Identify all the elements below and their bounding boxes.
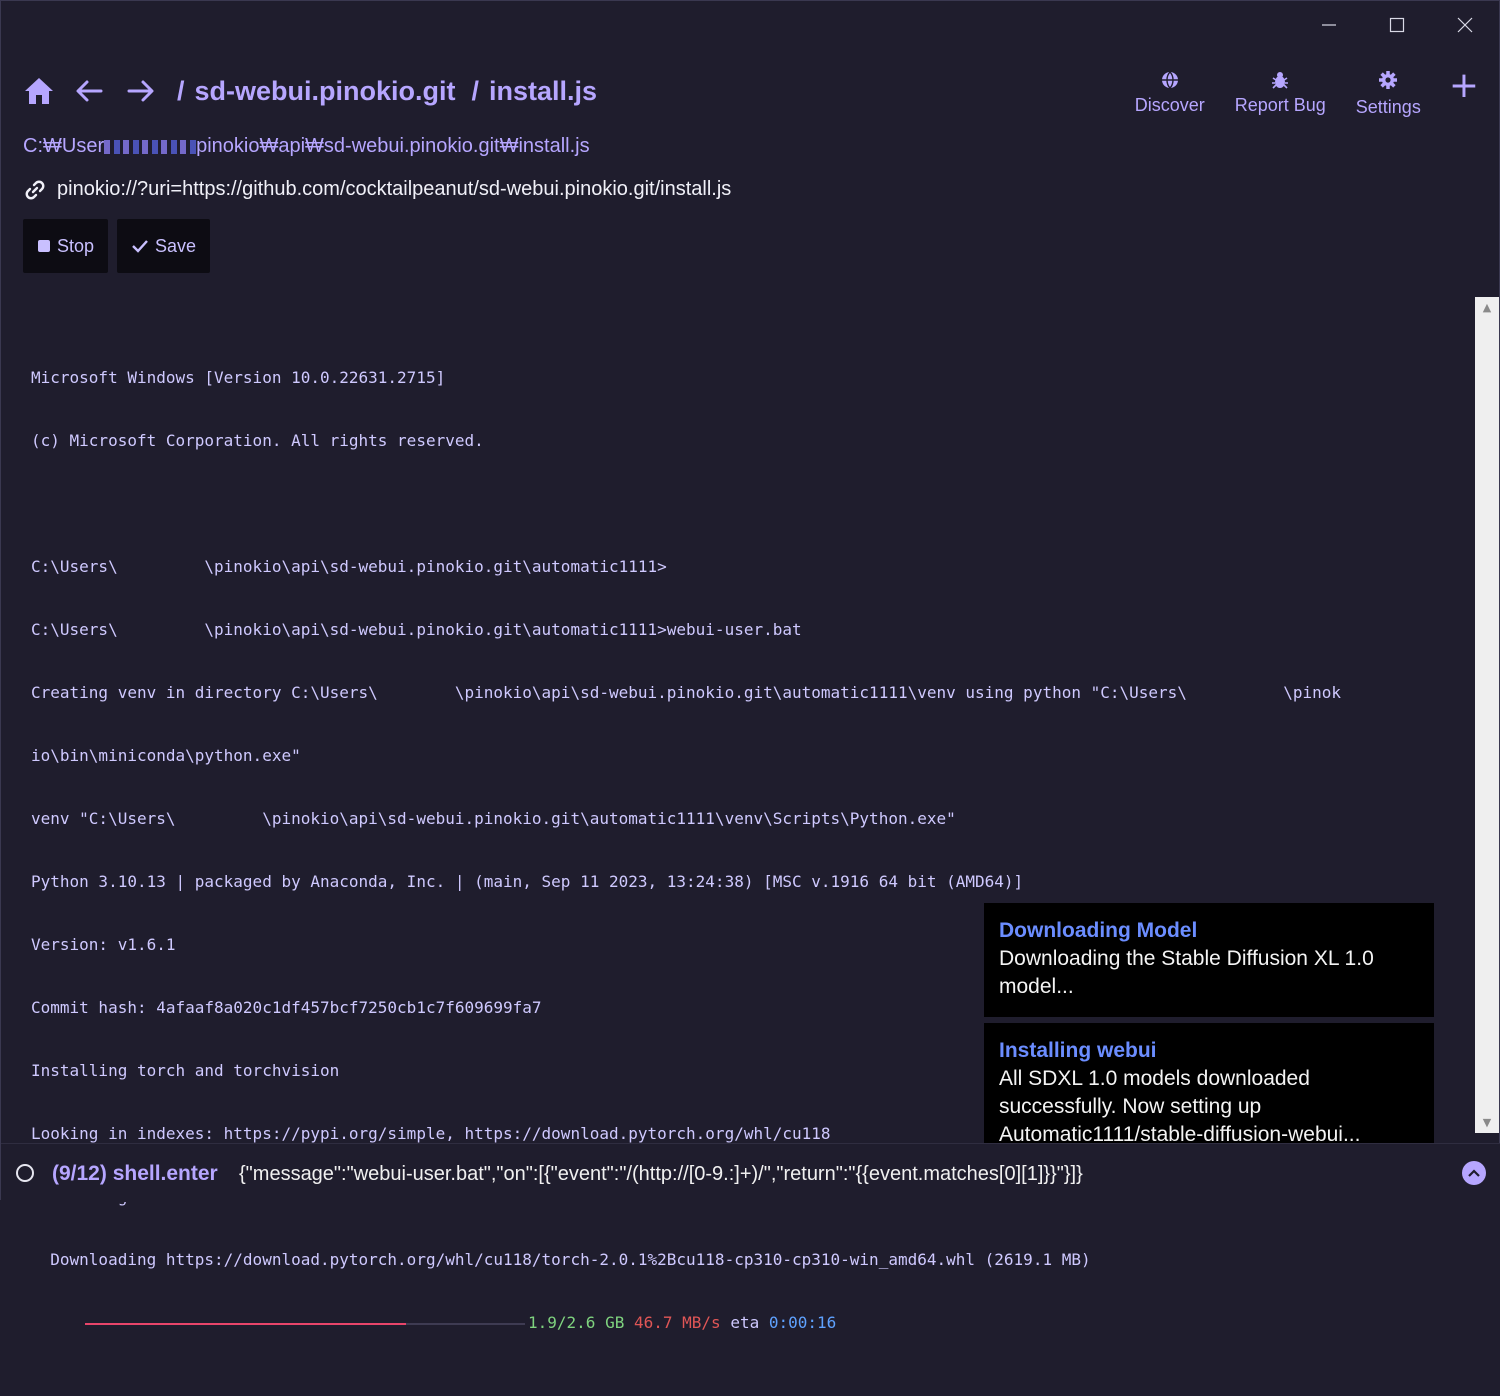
notification-title: Installing webui — [999, 1039, 1157, 1062]
file-path-prefix: C:₩User — [23, 135, 105, 157]
arrow-left-icon[interactable] — [75, 79, 103, 103]
progress-speed: 46.7 MB/s — [633, 1313, 721, 1332]
uri-text[interactable]: pinokio://?uri=https://github.com/cockta… — [57, 178, 731, 201]
save-button[interactable]: Save — [117, 219, 211, 273]
terminal-line: C:\Users\ \pinokio\api\sd-webui.pinokio.… — [31, 620, 802, 639]
terminal-line: Microsoft Windows [Version 10.0.22631.27… — [31, 368, 446, 387]
breadcrumb-item-file[interactable]: install.js — [489, 76, 597, 107]
notification-body: All SDXL 1.0 models downloaded successfu… — [999, 1067, 1361, 1146]
notification-body: Downloading the Stable Diffusion XL 1.0 … — [999, 947, 1374, 998]
breadcrumb-separator: / — [177, 75, 185, 106]
breadcrumb-item-repo[interactable]: sd-webui.pinokio.git — [195, 76, 456, 107]
bug-icon — [1270, 67, 1290, 93]
notification-title: Downloading Model — [999, 919, 1198, 942]
nav-bar: / sd-webui.pinokio.git / install.js — [23, 67, 597, 115]
window-controls — [1295, 1, 1499, 49]
progress-meta: 1.9/2.6 GB 46.7 MB/s eta 0:00:16 — [528, 1312, 836, 1333]
status-bar: (9/12) shell.enter {"message":"webui-use… — [1, 1143, 1500, 1202]
notification-card: Downloading Model Downloading the Stable… — [984, 903, 1434, 1017]
redacted-username — [104, 139, 197, 154]
terminal-line: venv "C:\Users\ \pinokio\api\sd-webui.pi… — [31, 809, 956, 828]
app-window: / sd-webui.pinokio.git / install.js Disc… — [0, 0, 1500, 1332]
progress-size: 1.9/2.6 GB — [528, 1313, 625, 1332]
stop-button[interactable]: Stop — [23, 219, 109, 273]
file-path-suffix: pinokio₩api₩sd-webui.pinokio.git₩install… — [196, 135, 590, 157]
progress-track — [85, 1323, 525, 1325]
expand-status-button[interactable] — [1462, 1161, 1486, 1185]
check-icon — [131, 239, 149, 253]
progress-fill — [85, 1323, 407, 1325]
report-bug-label: Report Bug — [1234, 95, 1326, 115]
report-bug-button[interactable]: Report Bug — [1235, 67, 1326, 116]
arrow-right-icon[interactable] — [127, 79, 155, 103]
maximize-button[interactable] — [1363, 1, 1431, 49]
minimize-button[interactable] — [1295, 1, 1363, 49]
terminal-line: Python 3.10.13 | packaged by Anaconda, I… — [31, 872, 1024, 891]
stop-label: Stop — [57, 235, 95, 256]
action-bar: Stop Save — [23, 219, 219, 273]
terminal-text: Microsoft Windows [Version 10.0.22631.27… — [31, 325, 1341, 1375]
discover-button[interactable]: Discover — [1135, 67, 1205, 116]
settings-button[interactable]: Settings — [1356, 67, 1421, 118]
terminal-scrollbar[interactable]: ▲ ▼ — [1475, 297, 1499, 1133]
stop-icon — [37, 239, 51, 253]
terminal-line: C:\Users\ \pinokio\api\sd-webui.pinokio.… — [31, 557, 667, 576]
scroll-down-icon[interactable]: ▼ — [1475, 1116, 1499, 1129]
file-path: C:₩User pinokio₩api₩sd-webui.pinokio.git₩… — [23, 135, 590, 158]
breadcrumb-separator: / — [471, 75, 480, 106]
home-icon[interactable] — [23, 76, 55, 106]
status-step: (9/12) shell.enter — [52, 1162, 218, 1185]
terminal-line: Creating venv in directory C:\Users\ \pi… — [31, 683, 1342, 702]
scroll-up-icon[interactable]: ▲ — [1475, 301, 1499, 314]
close-button[interactable] — [1431, 1, 1499, 49]
settings-label: Settings — [1355, 97, 1421, 117]
save-label: Save — [155, 235, 197, 256]
progress-eta-label: eta — [730, 1313, 760, 1332]
chevron-up-icon — [1468, 1169, 1480, 1177]
progress-eta: 0:00:16 — [768, 1313, 837, 1332]
terminal-line: (c) Microsoft Corporation. All rights re… — [31, 431, 484, 450]
uri-row: pinokio://?uri=https://github.com/cockta… — [23, 178, 731, 201]
status-payload: {"message":"webui-user.bat","on":[{"even… — [239, 1163, 1083, 1185]
discover-label: Discover — [1134, 95, 1205, 115]
globe-icon — [1160, 67, 1180, 93]
terminal-line: Downloading https://download.pytorch.org… — [31, 1250, 1091, 1269]
terminal-line: io\bin\miniconda\python.exe" — [31, 746, 301, 765]
gear-icon — [1378, 67, 1398, 93]
spinner-icon — [16, 1164, 34, 1182]
add-button[interactable]: + — [1449, 65, 1479, 107]
link-icon[interactable] — [23, 179, 47, 201]
toolbar: Discover Report Bug Settings + — [1105, 65, 1479, 118]
download-progress: 1.9/2.6 GB 46.7 MB/s eta 0:00:16 — [31, 1312, 1341, 1333]
